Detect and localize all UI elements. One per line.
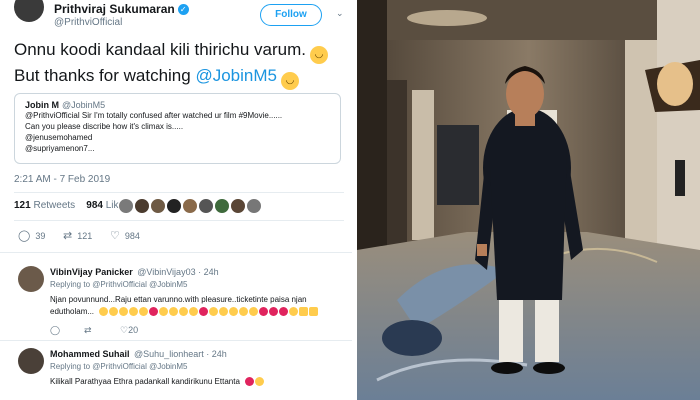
grinning-emoji-icon: ◡ — [309, 46, 328, 64]
reply-avatar[interactable] — [18, 266, 44, 292]
reply-button[interactable]: ◯ 39 — [18, 229, 45, 242]
liker-avatar[interactable] — [134, 198, 150, 214]
retweet-icon: ⇄ — [63, 230, 73, 242]
tweet-mention-link[interactable]: @JobinM5 — [195, 66, 277, 85]
quoted-tweet[interactable]: Jobin M @JobinM5 @PrithviOfficial Sir I'm… — [14, 93, 341, 164]
tweet-timestamp[interactable]: 2:21 AM - 7 Feb 2019 — [14, 174, 110, 185]
reply-replying-to: Replying to @PrithviOfficial @JobinM5 — [50, 280, 188, 289]
likes-count: 984 — [86, 200, 103, 211]
like-icon: ♡ — [110, 230, 120, 242]
reply-replying-to: Replying to @PrithviOfficial @JobinM5 — [50, 362, 188, 371]
tweet-text-line1: Onnu koodi kandaal kili thirichu varum. — [14, 40, 306, 59]
quote-author: Jobin M @JobinM5 — [25, 100, 330, 110]
retweets-count: 121 — [14, 200, 31, 211]
smiling-emoji-icon: ◡ — [280, 72, 299, 90]
author-name[interactable]: Prithviraj Sukumaran ✓ — [54, 2, 189, 16]
reply-like-count: 20 — [128, 325, 139, 335]
reply-text-line1: Kilikall Parathyaa Ethra padankall kandi… — [50, 377, 240, 386]
like-count: 984 — [124, 231, 140, 241]
divider — [0, 252, 352, 253]
liker-avatar[interactable] — [246, 198, 262, 214]
quote-author-name: Jobin M — [25, 100, 59, 110]
divider — [0, 340, 352, 341]
tweet-actions: ◯ 39 ⇄ 121 ♡ 984 — [18, 229, 218, 243]
quote-text-line: Can you please discribe how it's climax … — [25, 122, 184, 131]
reply-text-line2: edutholam... — [50, 307, 95, 316]
author-handle[interactable]: @PrithviOfficial — [54, 17, 122, 28]
reply-retweet-icon[interactable]: ⇄ — [84, 325, 92, 336]
reply-like-button[interactable]: ♡ 20 — [120, 325, 138, 336]
reply-author-handle[interactable]: @Suhu_lionheart · 24h — [134, 349, 227, 359]
tweet-pane: Prithviraj Sukumaran ✓ @PrithviOfficial F… — [0, 0, 352, 400]
liker-avatar[interactable] — [214, 198, 230, 214]
reply-count: 39 — [35, 231, 46, 241]
author-avatar[interactable] — [14, 0, 44, 22]
reply-author-name[interactable]: Mohammed Suhail — [50, 349, 130, 359]
divider — [14, 220, 344, 221]
divider — [14, 192, 344, 193]
reply-text-line1: Njan povunnund...Raju ettan varunno.with… — [50, 295, 307, 304]
liker-avatar[interactable] — [118, 198, 134, 214]
reply-item[interactable]: VibinVijay Panicker @VibinVijay03 · 24h … — [0, 262, 352, 342]
like-button[interactable]: ♡ 984 — [110, 229, 140, 242]
tweet-header: Prithviraj Sukumaran ✓ @PrithviOfficial F… — [14, 0, 344, 30]
liker-avatar[interactable] — [150, 198, 166, 214]
tweet-text-line2: But thanks for watching — [14, 66, 191, 85]
photo-panel — [357, 0, 700, 400]
retweets-stat[interactable]: 121 Retweets — [14, 200, 75, 211]
liker-avatar[interactable] — [182, 198, 198, 214]
author-name-text[interactable]: Prithviraj Sukumaran — [54, 2, 175, 16]
hotel-corridor-photo — [357, 0, 700, 400]
chevron-down-icon[interactable]: ⌄ — [336, 8, 344, 19]
tweet-stats: 121 Retweets 984 Likes — [14, 198, 344, 218]
quote-author-handle: @JobinM5 — [62, 100, 106, 110]
follow-button[interactable]: Follow — [260, 4, 322, 26]
reply-author: Mohammed Suhail @Suhu_lionheart · 24h — [50, 349, 227, 359]
retweets-label: Retweets — [33, 200, 76, 211]
reply-text: Kilikall Parathyaa Ethra padankall kandi… — [50, 376, 340, 388]
reply-avatar[interactable] — [18, 348, 44, 374]
quote-text-line: @supriyamenon7... — [25, 144, 95, 153]
reply-icon: ◯ — [18, 230, 31, 242]
quote-text-line: @PrithviOfficial Sir I'm totally confuse… — [25, 111, 283, 120]
retweet-button[interactable]: ⇄ 121 — [63, 229, 92, 242]
reply-item[interactable]: Mohammed Suhail @Suhu_lionheart · 24h Re… — [0, 344, 352, 400]
liker-avatar[interactable] — [166, 198, 182, 214]
tweet-text: Onnu koodi kandaal kili thirichu varum. ◡… — [14, 38, 344, 90]
reply-reply-icon[interactable]: ◯ — [50, 325, 60, 336]
retweet-count: 121 — [77, 231, 93, 241]
emoji-row-icon — [99, 307, 319, 317]
reply-author-name[interactable]: VibinVijay Panicker — [50, 267, 133, 277]
verified-icon: ✓ — [177, 4, 189, 15]
quote-text-line: @jenusemohamed — [25, 133, 93, 142]
reply-author: VibinVijay Panicker @VibinVijay03 · 24h — [50, 267, 219, 277]
reply-actions: ◯ ⇄ ♡ 20 — [50, 325, 200, 337]
liker-avatar[interactable] — [198, 198, 214, 214]
emoji-row-icon — [245, 377, 265, 387]
reply-text: Njan povunnund...Raju ettan varunno.with… — [50, 294, 340, 318]
liker-avatar[interactable] — [230, 198, 246, 214]
reply-author-handle[interactable]: @VibinVijay03 · 24h — [137, 267, 218, 277]
